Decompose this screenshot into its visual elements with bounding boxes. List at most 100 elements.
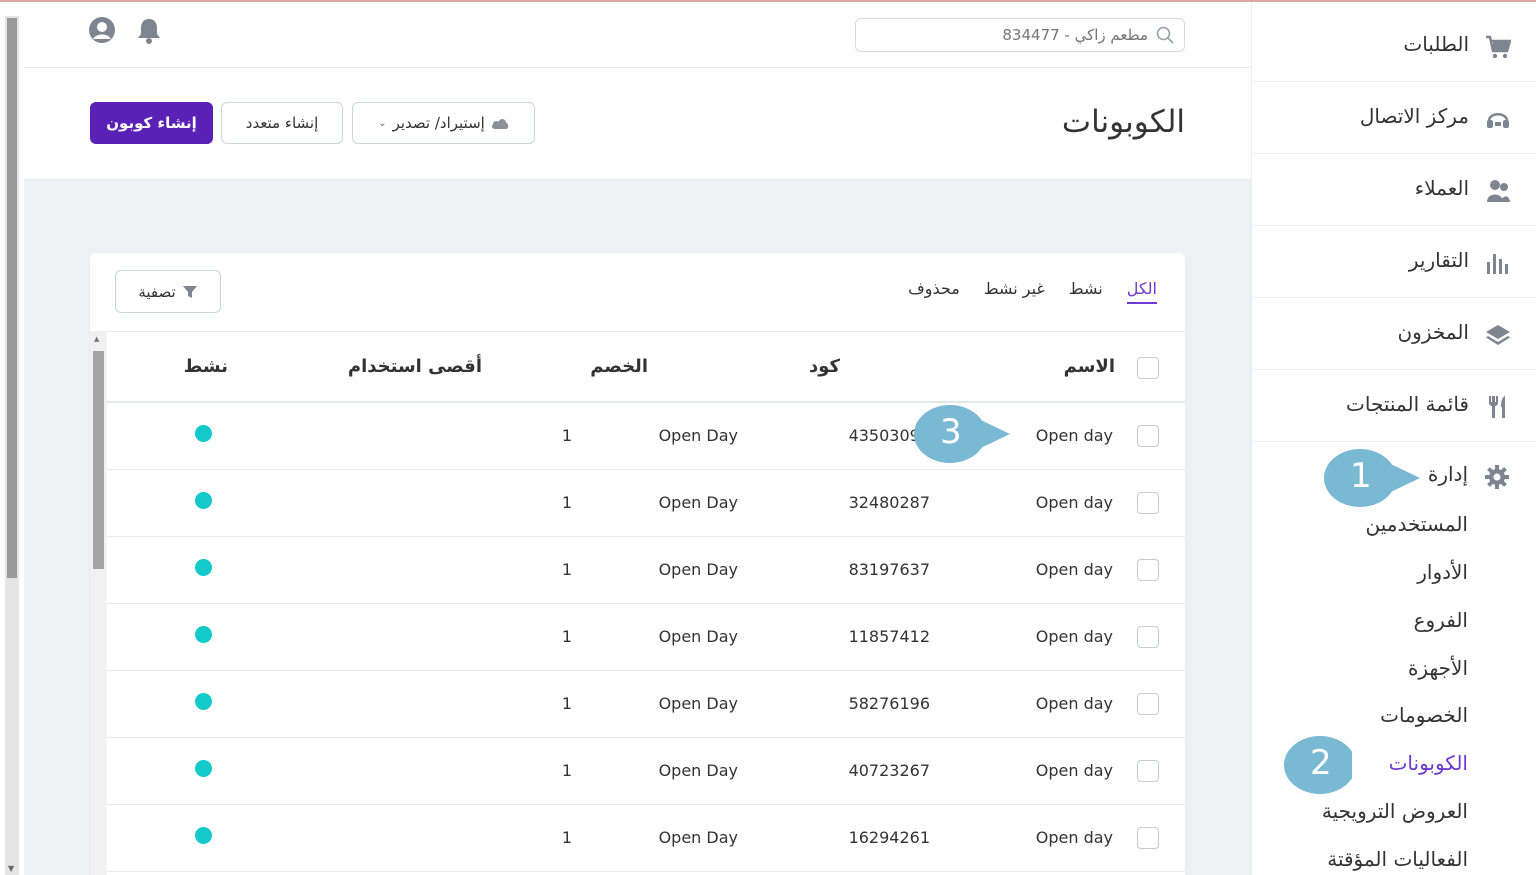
sidebar-sub-roles[interactable]: الأدوار <box>1417 560 1468 584</box>
bell-icon[interactable] <box>135 16 163 44</box>
callout-number: 2 <box>1310 743 1332 783</box>
row-checkbox[interactable] <box>1137 827 1159 849</box>
row-checkbox[interactable] <box>1137 559 1159 581</box>
sidebar-sub-branches[interactable]: الفروع <box>1414 608 1468 632</box>
sidebar-sub-coupons[interactable]: الكوبونات <box>1389 751 1468 775</box>
select-all-checkbox[interactable] <box>1137 357 1159 379</box>
tab-deleted[interactable]: محذوف <box>908 279 960 304</box>
active-status-dot <box>195 827 212 844</box>
cart-icon <box>1485 34 1512 60</box>
header-discount: الخصم <box>590 356 648 377</box>
cell-name: Open day <box>1035 694 1113 713</box>
cell-code: 58276196 <box>848 694 930 713</box>
sidebar-item-label: العملاء <box>1414 176 1469 200</box>
sidebar-sub-devices[interactable]: الأجهزة <box>1408 656 1468 680</box>
sidebar-item-label: مركز الاتصال <box>1359 104 1469 128</box>
cell-code: 16294261 <box>848 828 930 847</box>
search-box[interactable] <box>855 18 1185 52</box>
scrollbar-thumb[interactable] <box>7 18 17 578</box>
scroll-up-arrow[interactable]: ▲ <box>94 335 99 343</box>
header-active: نشط <box>183 356 228 377</box>
header-code: كود <box>809 356 840 377</box>
callout-number: 3 <box>940 412 962 452</box>
sidebar-item-menu[interactable]: قائمة المنتجات <box>1252 370 1536 442</box>
cell-name: Open day <box>1035 560 1113 579</box>
table-row[interactable]: Open day 32480287 Open Day 1 <box>107 470 1185 537</box>
table-row[interactable]: Open day 16294261 Open Day 1 <box>107 805 1185 872</box>
header-max-usage: أقصى استخدام <box>347 356 482 377</box>
cell-max-usage: 1 <box>561 694 572 713</box>
headset-icon <box>1485 106 1511 132</box>
sidebar-sub-promotions[interactable]: العروض الترويجية <box>1322 799 1468 823</box>
search-icon <box>1156 26 1174 44</box>
cell-discount: Open Day <box>658 761 738 780</box>
sidebar-item-customers[interactable]: العملاء <box>1252 154 1536 226</box>
fork-knife-icon <box>1485 394 1511 420</box>
funnel-icon <box>182 285 197 298</box>
callout-marker-3: 3 <box>914 404 1010 464</box>
cell-code: 83197637 <box>848 560 930 579</box>
sidebar-item-inventory[interactable]: المخزون <box>1252 298 1536 370</box>
table-row[interactable]: Open day 11857412 Open Day 1 <box>107 604 1185 671</box>
sidebar-item-label: الطلبات <box>1403 32 1469 56</box>
table-header: الاسم كود الخصم أقصى استخدام نشط <box>107 331 1185 403</box>
table-row[interactable]: Open day 83197637 Open Day 1 <box>107 537 1185 604</box>
scroll-down-arrow[interactable]: ▼ <box>8 864 14 873</box>
row-checkbox[interactable] <box>1137 492 1159 514</box>
cell-max-usage: 1 <box>561 761 572 780</box>
page-scrollbar[interactable]: ▼ <box>0 2 24 875</box>
sidebar-item-reports[interactable]: التقارير <box>1252 226 1536 298</box>
search-input[interactable] <box>878 26 1148 44</box>
row-checkbox[interactable] <box>1137 760 1159 782</box>
sidebar-item-call-center[interactable]: مركز الاتصال <box>1252 82 1536 154</box>
table-scrollbar-thumb[interactable] <box>93 351 104 569</box>
sidebar-sub-timed-events[interactable]: الفعاليات المؤقتة <box>1327 847 1468 871</box>
callout-number: 1 <box>1350 456 1372 496</box>
active-status-dot <box>195 425 212 442</box>
cell-code: 32480287 <box>848 493 930 512</box>
active-status-dot <box>195 760 212 777</box>
layers-icon <box>1485 322 1511 348</box>
table-scrollbar[interactable]: ▲ <box>90 331 107 875</box>
user-circle-icon[interactable] <box>88 16 116 44</box>
gear-icon <box>1484 464 1510 490</box>
bar-chart-icon <box>1485 250 1511 276</box>
table-row[interactable]: Open day 43503091 Open Day 1 <box>107 403 1185 470</box>
status-filter-tabs: الكل نشط غير نشط محذوف <box>908 279 1157 304</box>
active-status-dot <box>195 559 212 576</box>
cloud-icon <box>491 119 509 129</box>
table-row[interactable]: Open day 58276196 Open Day 1 <box>107 671 1185 738</box>
tab-inactive[interactable]: غير نشط <box>984 279 1045 304</box>
page-header: الكوبونات إستيراد/ تصدير ⌄ إنشاء متعدد إ… <box>24 68 1251 180</box>
cell-code: 40723267 <box>848 761 930 780</box>
row-checkbox[interactable] <box>1137 626 1159 648</box>
sidebar-item-label: قائمة المنتجات <box>1346 392 1469 416</box>
cell-max-usage: 1 <box>561 426 572 445</box>
import-export-button[interactable]: إستيراد/ تصدير ⌄ <box>352 102 535 144</box>
admin-label: إدارة <box>1427 462 1468 486</box>
row-checkbox[interactable] <box>1137 425 1159 447</box>
tab-active[interactable]: نشط <box>1069 279 1103 304</box>
cell-max-usage: 1 <box>561 560 572 579</box>
chevron-down-icon: ⌄ <box>378 117 387 129</box>
sidebar-item-orders[interactable]: الطلبات <box>1252 10 1536 82</box>
create-multiple-button[interactable]: إنشاء متعدد <box>221 102 343 144</box>
table-row[interactable]: Open day 40723267 Open Day 1 <box>107 738 1185 805</box>
cell-max-usage: 1 <box>561 493 572 512</box>
top-bar <box>24 2 1251 68</box>
callout-marker-1: 1 <box>1324 448 1420 508</box>
cell-discount: Open Day <box>658 560 738 579</box>
filter-label: تصفية <box>138 282 176 301</box>
sidebar-sub-users[interactable]: المستخدمين <box>1366 512 1468 536</box>
cell-name: Open day <box>1035 493 1113 512</box>
cell-name: Open day <box>1035 761 1113 780</box>
row-checkbox[interactable] <box>1137 693 1159 715</box>
header-name: الاسم <box>1063 356 1115 377</box>
tab-all[interactable]: الكل <box>1126 279 1157 304</box>
cell-discount: Open Day <box>658 627 738 646</box>
filter-button[interactable]: تصفية <box>115 270 221 313</box>
users-icon <box>1485 178 1511 204</box>
page-title: الكوبونات <box>1061 104 1185 140</box>
sidebar-sub-discounts[interactable]: الخصومات <box>1380 703 1468 727</box>
create-coupon-button[interactable]: إنشاء كوبون <box>90 102 213 144</box>
